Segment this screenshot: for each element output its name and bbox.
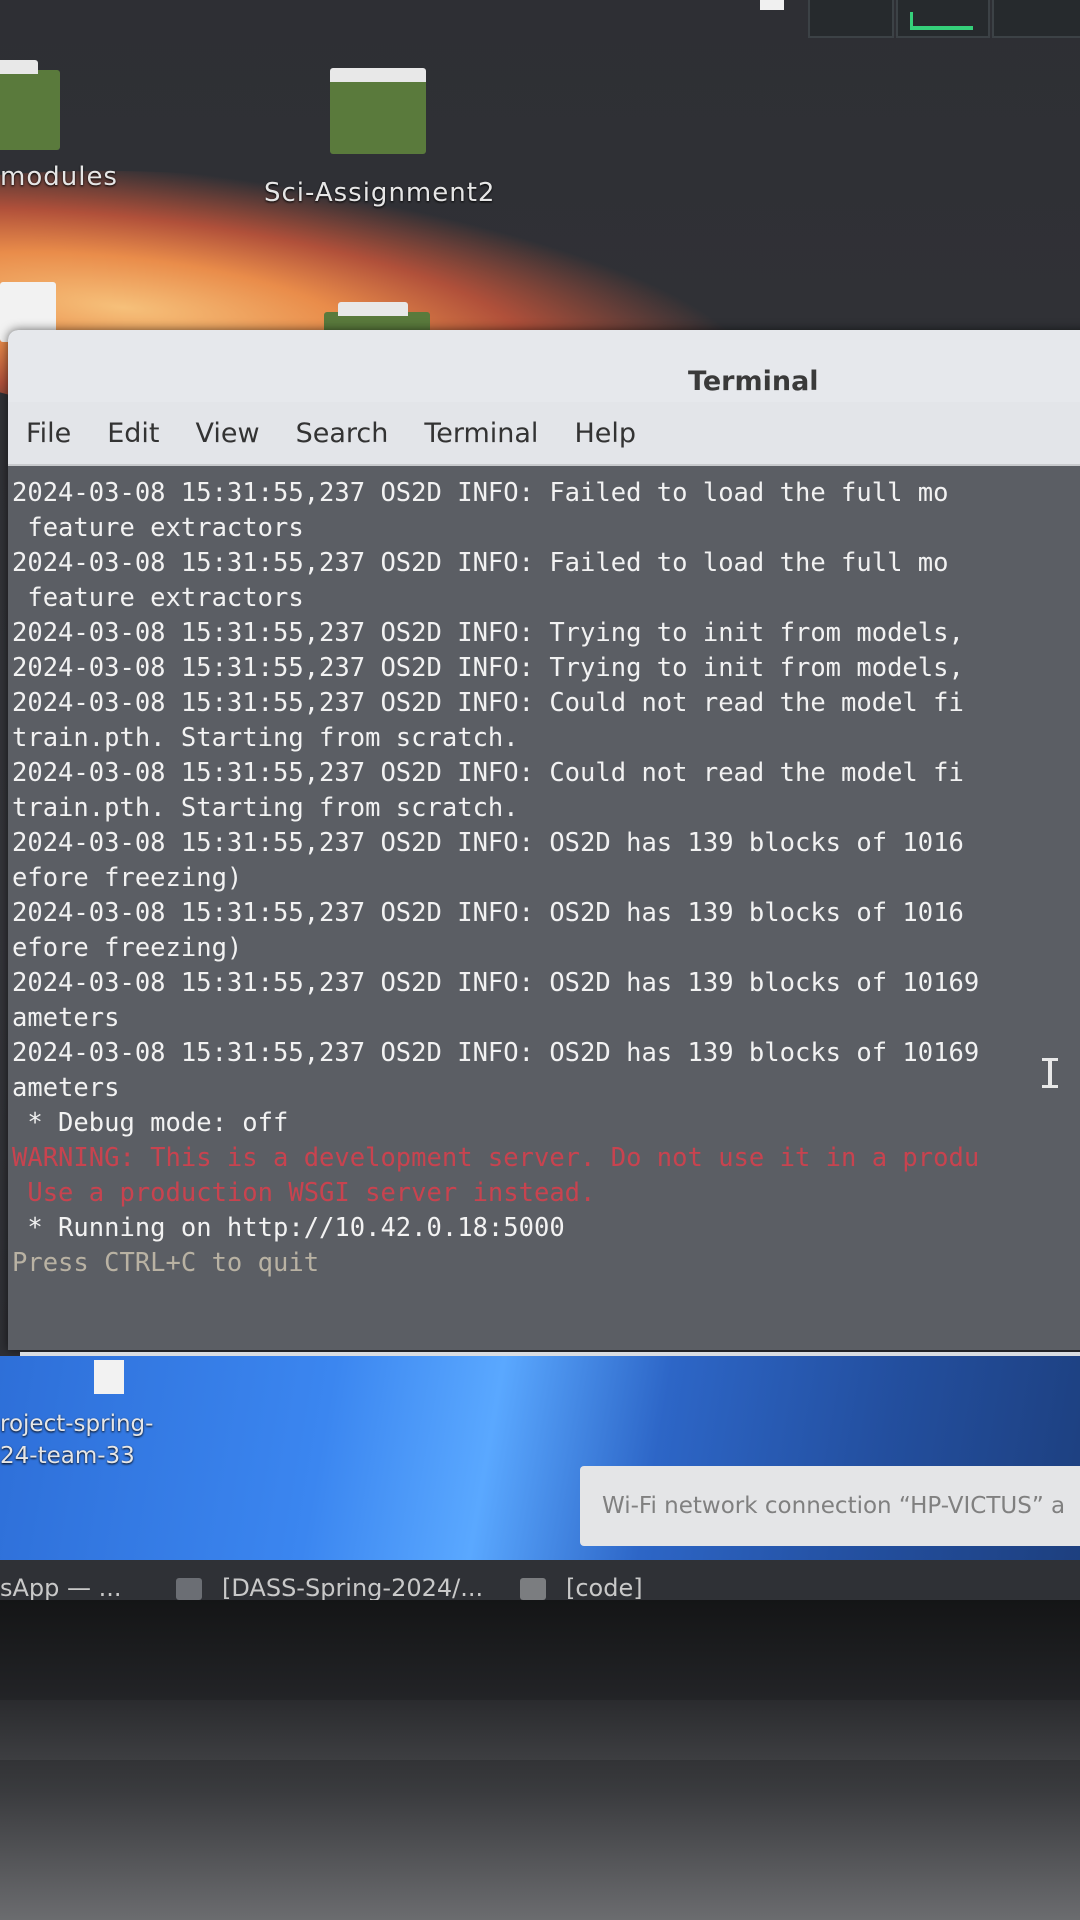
wifi-notification[interactable]: Wi-Fi network connection “HP-VICTUS” a — [580, 1466, 1080, 1546]
desktop-icon-label[interactable]: modules — [0, 162, 118, 192]
folder-icon[interactable] — [0, 60, 60, 150]
terminal-line: Press CTRL+C to quit — [12, 1248, 320, 1278]
terminal-line: 2024-03-08 15:31:55,237 OS2D INFO: Could… — [12, 688, 964, 718]
desktop-icon-label-line: roject-spring- — [0, 1411, 154, 1437]
terminal-line: ameters — [12, 1003, 120, 1033]
terminal-line: Use a production WSGI server instead. — [12, 1178, 596, 1208]
terminal-line: 2024-03-08 15:31:55,237 OS2D INFO: Tryin… — [12, 618, 964, 648]
terminal-menubar: File Edit View Search Terminal Help — [8, 402, 1080, 466]
taskbar-item-whatsapp[interactable]: sApp — ... — [0, 1574, 122, 1600]
menu-view[interactable]: View — [195, 418, 259, 449]
mini-window-thumb[interactable] — [992, 0, 1080, 38]
mini-window-thumb[interactable] — [808, 0, 894, 38]
folder-icon[interactable] — [330, 68, 426, 154]
terminal-line: WARNING: This is a development server. D… — [12, 1143, 980, 1173]
taskbar-item-code[interactable]: [code] — [566, 1574, 643, 1600]
terminal-line: * Running on http://10.42.0.18:5000 — [12, 1213, 565, 1243]
terminal-line: efore freezing) — [12, 863, 243, 893]
taskbar: sApp — ... [DASS-Spring-2024/... [code] — [0, 1560, 1080, 1600]
terminal-line: 2024-03-08 15:31:55,237 OS2D INFO: OS2D … — [12, 828, 964, 858]
terminal-line: 2024-03-08 15:31:55,237 OS2D INFO: Tryin… — [12, 653, 964, 683]
menu-help[interactable]: Help — [574, 418, 636, 449]
folder-icon — [520, 1578, 546, 1600]
menu-search[interactable]: Search — [296, 418, 389, 449]
terminal-line: * Debug mode: off — [12, 1108, 289, 1138]
cpu-graph-icon — [910, 12, 973, 30]
terminal-output[interactable]: 2024-03-08 15:31:55,237 OS2D INFO: Faile… — [8, 466, 1080, 1346]
desktop-screen: modules Sci-Assignment2 Terminal File Ed… — [0, 0, 1080, 1600]
desktop-icon-label-line: 24-team-33 — [0, 1443, 135, 1469]
terminal-line: feature extractors — [12, 583, 304, 613]
window-thumb[interactable] — [94, 1360, 124, 1394]
terminal-line: 2024-03-08 15:31:55,237 OS2D INFO: OS2D … — [12, 968, 980, 998]
window-title: Terminal — [688, 366, 819, 397]
terminal-line: 2024-03-08 15:31:55,237 OS2D INFO: Could… — [12, 758, 964, 788]
menu-terminal[interactable]: Terminal — [424, 418, 538, 449]
terminal-line: efore freezing) — [12, 933, 243, 963]
browser-icon — [176, 1578, 202, 1600]
laptop-hinge — [0, 1700, 1080, 1760]
terminal-line: 2024-03-08 15:31:55,237 OS2D INFO: Faile… — [12, 548, 949, 578]
terminal-line: ameters — [12, 1073, 120, 1103]
terminal-line: 2024-03-08 15:31:55,237 OS2D INFO: OS2D … — [12, 898, 964, 928]
system-monitor-thumb[interactable] — [896, 0, 990, 38]
terminal-line: feature extractors — [12, 513, 304, 543]
terminal-line: train.pth. Starting from scratch. — [12, 723, 519, 753]
panel-indicator-icon — [760, 0, 784, 10]
desktop-icon-label[interactable]: roject-spring- 24-team-33 — [0, 1408, 153, 1472]
terminal-window[interactable]: Terminal File Edit View Search Terminal … — [8, 330, 1080, 1350]
terminal-line: 2024-03-08 15:31:55,237 OS2D INFO: OS2D … — [12, 1038, 980, 1068]
laptop-bezel — [0, 1600, 1080, 1920]
taskbar-item-dass[interactable]: [DASS-Spring-2024/... — [222, 1574, 483, 1600]
desktop-icon-label[interactable]: Sci-Assignment2 — [264, 178, 495, 208]
menu-edit[interactable]: Edit — [107, 418, 159, 449]
menu-file[interactable]: File — [26, 418, 71, 449]
text-cursor-icon — [1042, 1058, 1058, 1088]
terminal-titlebar[interactable]: Terminal — [8, 330, 1080, 402]
terminal-line: 2024-03-08 15:31:55,237 OS2D INFO: Faile… — [12, 478, 949, 508]
terminal-line: train.pth. Starting from scratch. — [12, 793, 519, 823]
